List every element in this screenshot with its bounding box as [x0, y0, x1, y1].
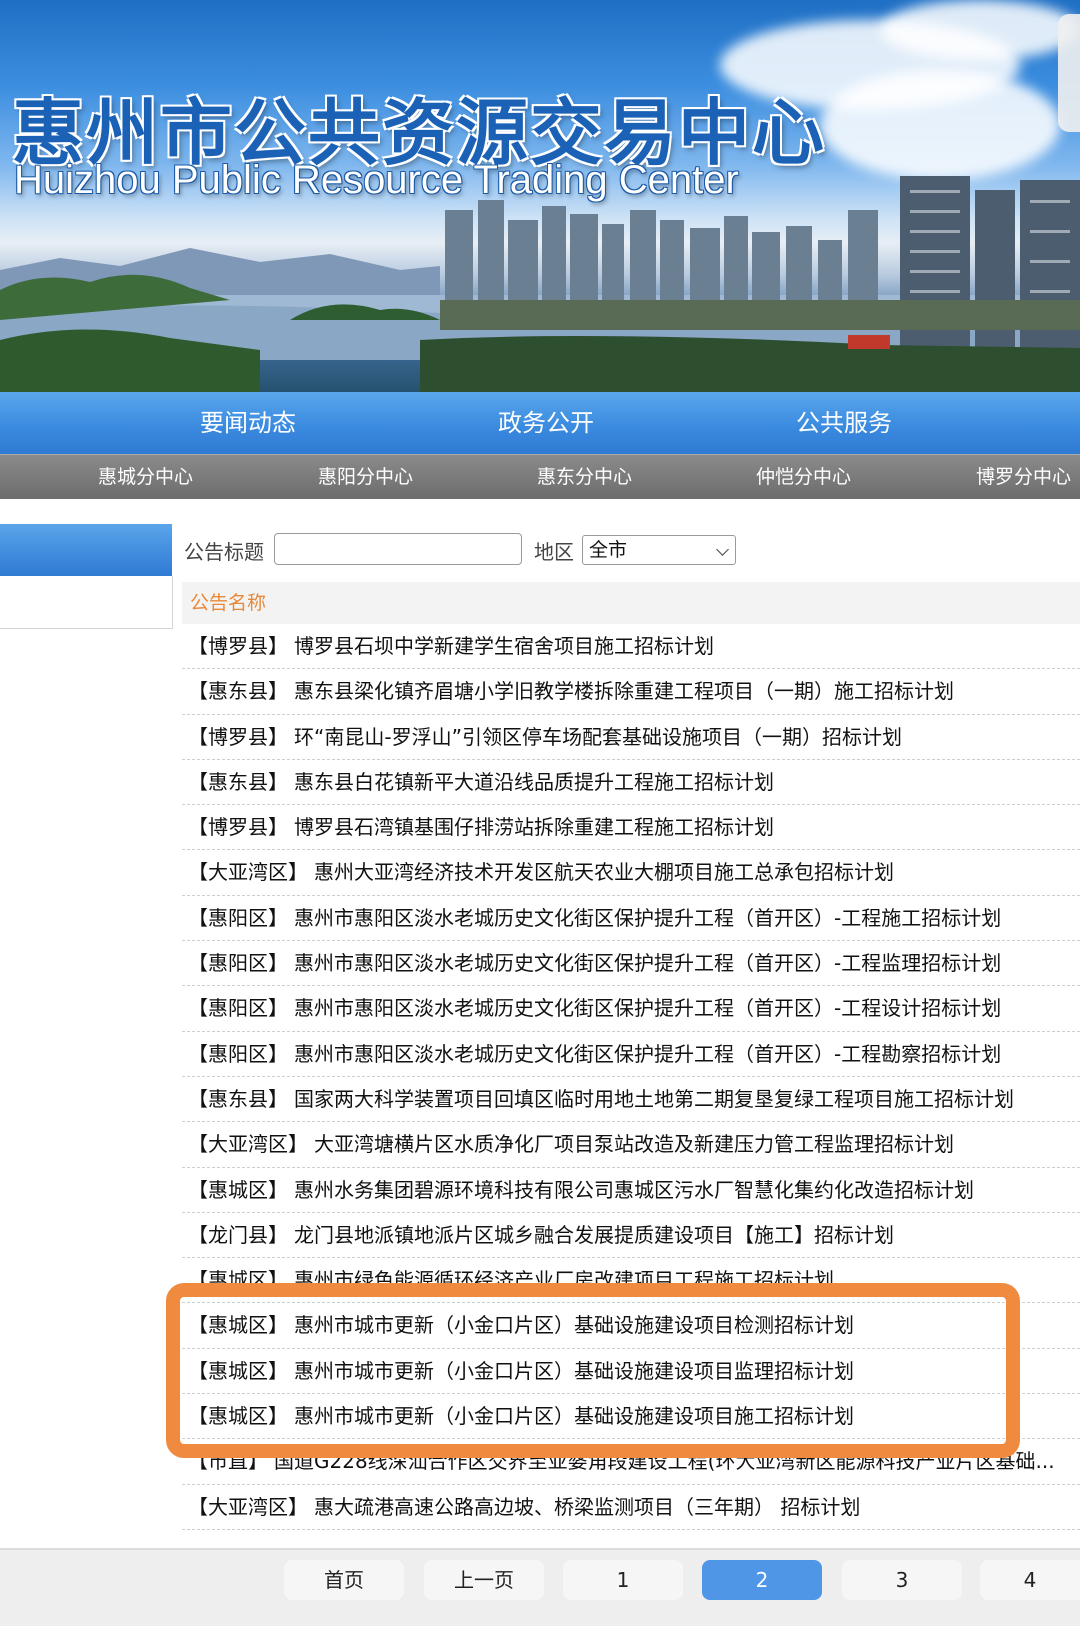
notice-item[interactable]: 【大亚湾区】 惠大疏港高速公路高边坡、桥梁监测项目（三年期） 招标计划 — [182, 1485, 1080, 1530]
notice-title[interactable]: 惠州市惠阳区淡水老城历史文化街区保护提升工程（首开区）-工程设计招标计划 — [294, 996, 1001, 1020]
notice-list: 【博罗县】 博罗县石坝中学新建学生宿舍项目施工招标计划 【惠东县】 惠东县梁化镇齐眉… — [182, 624, 1080, 1530]
first-page-button[interactable]: 首页 — [284, 1560, 404, 1600]
banner-subtitle: Huizhou Public Resource Trading Center — [14, 158, 739, 202]
notice-region: 【大亚湾区】 — [188, 1494, 308, 1519]
notice-region: 【惠东县】 — [188, 1086, 288, 1111]
sub-nav-zhongkai[interactable]: 仲恺分中心 — [756, 455, 851, 499]
notice-item[interactable]: 【惠城区】 惠州市城市更新（小金口片区）基础设施建设项目监理招标计划 — [182, 1349, 1080, 1395]
notice-title[interactable]: 惠州市惠阳区淡水老城历史文化街区保护提升工程（首开区）-工程勘察招标计划 — [294, 1042, 1001, 1066]
notice-region: 【龙门县】 — [188, 1222, 288, 1247]
sub-nav: 惠城分中心 惠阳分中心 惠东分中心 仲恺分中心 博罗分中心 — [0, 454, 1080, 499]
sub-nav-huiyang[interactable]: 惠阳分中心 — [318, 455, 413, 499]
notice-item[interactable]: 【龙门县】 龙门县地派镇地派片区城乡融合发展提质建设项目【施工】招标计划 — [182, 1213, 1080, 1259]
cloud-decoration — [820, 70, 1060, 180]
notice-item[interactable]: 【惠阳区】 惠州市惠阳区淡水老城历史文化街区保护提升工程（首开区）-工程勘察招标计… — [182, 1032, 1080, 1077]
sub-nav-huidong[interactable]: 惠东分中心 — [537, 455, 632, 499]
list-header: 公告名称 — [182, 582, 1080, 624]
notice-region: 【博罗县】 — [188, 724, 288, 749]
notice-region: 【大亚湾区】 — [188, 1132, 308, 1157]
sidebar-panel — [0, 576, 173, 629]
notice-region: 【惠阳区】 — [188, 996, 288, 1021]
notice-item[interactable]: 【市直】 国道G228线深汕合作区交界至亚婆角段建设工程(环大亚湾新区能源科技产业… — [182, 1439, 1080, 1485]
notice-title[interactable]: 龙门县地派镇地派片区城乡融合发展提质建设项目【施工】招标计划 — [294, 1223, 894, 1247]
notice-title[interactable]: 惠州市惠阳区淡水老城历史文化街区保护提升工程（首开区）-工程施工招标计划 — [294, 906, 1001, 930]
nav-item-public-service[interactable]: 公共服务 — [796, 392, 892, 454]
notice-title[interactable]: 博罗县石湾镇基围仔排涝站拆除重建工程施工招标计划 — [294, 815, 774, 839]
notice-title[interactable]: 惠州水务集团碧源环境科技有限公司惠城区污水厂智慧化集约化改造招标计划 — [294, 1178, 974, 1202]
notice-title[interactable]: 惠州市惠阳区淡水老城历史文化街区保护提升工程（首开区）-工程监理招标计划 — [294, 951, 1001, 975]
region-selected-value: 全市 — [589, 539, 628, 561]
notice-region: 【惠城区】 — [188, 1268, 288, 1293]
notice-region: 【大亚湾区】 — [188, 860, 308, 885]
notice-region: 【惠东县】 — [188, 769, 288, 794]
notice-region: 【惠阳区】 — [188, 905, 288, 930]
notice-title[interactable]: 惠东县白花镇新平大道沿线品质提升工程施工招标计划 — [294, 770, 774, 794]
notice-item[interactable]: 【惠阳区】 惠州市惠阳区淡水老城历史文化街区保护提升工程（首开区）-工程监理招标计… — [182, 941, 1080, 987]
sub-nav-boluo[interactable]: 博罗分中心 — [976, 455, 1071, 499]
notice-title[interactable]: 惠东县梁化镇齐眉塘小学旧教学楼拆除重建工程项目（一期）施工招标计划 — [294, 679, 954, 703]
notice-title[interactable]: 环“南昆山-罗浮山”引领区停车场配套基础设施项目（一期）招标计划 — [294, 725, 902, 749]
chevron-down-icon — [716, 543, 729, 556]
page-button-1[interactable]: 1 — [563, 1560, 683, 1600]
title-search-input[interactable] — [274, 533, 522, 565]
notice-item[interactable]: 【惠城区】 惠州水务集团碧源环境科技有限公司惠城区污水厂智慧化集约化改造招标计划 — [182, 1168, 1080, 1213]
notice-item[interactable]: 【大亚湾区】 大亚湾塘横片区水质净化厂项目泵站改造及新建压力管工程监理招标计划 — [182, 1122, 1080, 1168]
notice-region: 【博罗县】 — [188, 815, 288, 840]
page-button-4[interactable]: 4 — [980, 1560, 1080, 1600]
notice-item[interactable]: 【惠东县】 惠东县梁化镇齐眉塘小学旧教学楼拆除重建工程项目（一期）施工招标计划 — [182, 669, 1080, 715]
notice-region: 【惠阳区】 — [188, 951, 288, 976]
main-nav: 要闻动态 政务公开 公共服务 — [0, 392, 1080, 454]
site-banner: 惠州市公共资源交易中心 Huizhou Public Resource Trad… — [0, 0, 1080, 392]
notice-title[interactable]: 惠州市城市更新（小金口片区）基础设施建设项目检测招标计划 — [294, 1313, 854, 1337]
region-label: 地区 — [534, 540, 574, 564]
notice-title[interactable]: 惠大疏港高速公路高边坡、桥梁监测项目（三年期） 招标计划 — [314, 1495, 860, 1519]
notice-title[interactable]: 惠州市绿色能源循环经济产业厂房改建项目工程施工招标计划 — [294, 1268, 834, 1292]
sidebar-active-tab[interactable] — [0, 524, 172, 576]
notice-title[interactable]: 惠州市城市更新（小金口片区）基础设施建设项目施工招标计划 — [294, 1404, 854, 1428]
city-skyline-image — [0, 176, 1080, 392]
nav-item-government-affairs[interactable]: 政务公开 — [498, 392, 594, 454]
notice-item[interactable]: 【惠东县】 国家两大科学装置项目回填区临时用地土地第二期复垦复绿工程项目施工招标计… — [182, 1077, 1080, 1123]
title-search-label: 公告标题 — [184, 540, 264, 564]
notice-item[interactable]: 【大亚湾区】 惠州大亚湾经济技术开发区航天农业大棚项目施工总承包招标计划 — [182, 850, 1080, 896]
sub-nav-huicheng[interactable]: 惠城分中心 — [98, 455, 193, 499]
notice-title[interactable]: 国道G228线深汕合作区交界至亚婆角段建设工程(环大亚湾新区能源科技产业片区基础… — [274, 1449, 1055, 1473]
notice-item[interactable]: 【惠城区】 惠州市绿色能源循环经济产业厂房改建项目工程施工招标计划 — [182, 1258, 1080, 1304]
notice-item[interactable]: 【惠阳区】 惠州市惠阳区淡水老城历史文化街区保护提升工程（首开区）-工程施工招标计… — [182, 896, 1080, 942]
notice-item[interactable]: 【博罗县】 博罗县石坝中学新建学生宿舍项目施工招标计划 — [182, 624, 1080, 670]
notice-title[interactable]: 国家两大科学装置项目回填区临时用地土地第二期复垦复绿工程项目施工招标计划 — [294, 1087, 1014, 1111]
notice-item[interactable]: 【惠东县】 惠东县白花镇新平大道沿线品质提升工程施工招标计划 — [182, 760, 1080, 806]
scroll-handle[interactable] — [1058, 14, 1080, 132]
notice-item[interactable]: 【惠城区】 惠州市城市更新（小金口片区）基础设施建设项目施工招标计划 — [182, 1394, 1080, 1440]
notice-region: 【惠城区】 — [188, 1177, 288, 1202]
notice-item[interactable]: 【惠阳区】 惠州市惠阳区淡水老城历史文化街区保护提升工程（首开区）-工程设计招标计… — [182, 986, 1080, 1032]
notice-region: 【惠东县】 — [188, 679, 288, 704]
notice-title[interactable]: 惠州市城市更新（小金口片区）基础设施建设项目监理招标计划 — [294, 1359, 854, 1383]
notice-title[interactable]: 大亚湾塘横片区水质净化厂项目泵站改造及新建压力管工程监理招标计划 — [314, 1132, 954, 1156]
cloud-decoration — [880, 0, 1080, 60]
prev-page-button[interactable]: 上一页 — [424, 1560, 544, 1600]
notice-item[interactable]: 【博罗县】 环“南昆山-罗浮山”引领区停车场配套基础设施项目（一期）招标计划 — [182, 715, 1080, 760]
nav-item-news[interactable]: 要闻动态 — [200, 392, 296, 454]
notice-item[interactable]: 【博罗县】 博罗县石湾镇基围仔排涝站拆除重建工程施工招标计划 — [182, 805, 1080, 851]
notice-region: 【惠城区】 — [188, 1313, 288, 1338]
notice-region: 【惠城区】 — [188, 1404, 288, 1429]
notice-region: 【惠城区】 — [188, 1358, 288, 1383]
page-button-2-current[interactable]: 2 — [702, 1560, 822, 1600]
notice-item[interactable]: 【惠城区】 惠州市城市更新（小金口片区）基础设施建设项目检测招标计划 — [182, 1303, 1080, 1349]
notice-title[interactable]: 博罗县石坝中学新建学生宿舍项目施工招标计划 — [294, 634, 714, 658]
notice-region: 【惠阳区】 — [188, 1041, 288, 1066]
notice-title[interactable]: 惠州大亚湾经济技术开发区航天农业大棚项目施工总承包招标计划 — [314, 860, 894, 884]
page-button-3[interactable]: 3 — [842, 1560, 962, 1600]
region-select[interactable]: 全市 — [582, 535, 736, 565]
notice-region: 【博罗县】 — [188, 634, 288, 658]
notice-region: 【市直】 — [188, 1449, 268, 1474]
